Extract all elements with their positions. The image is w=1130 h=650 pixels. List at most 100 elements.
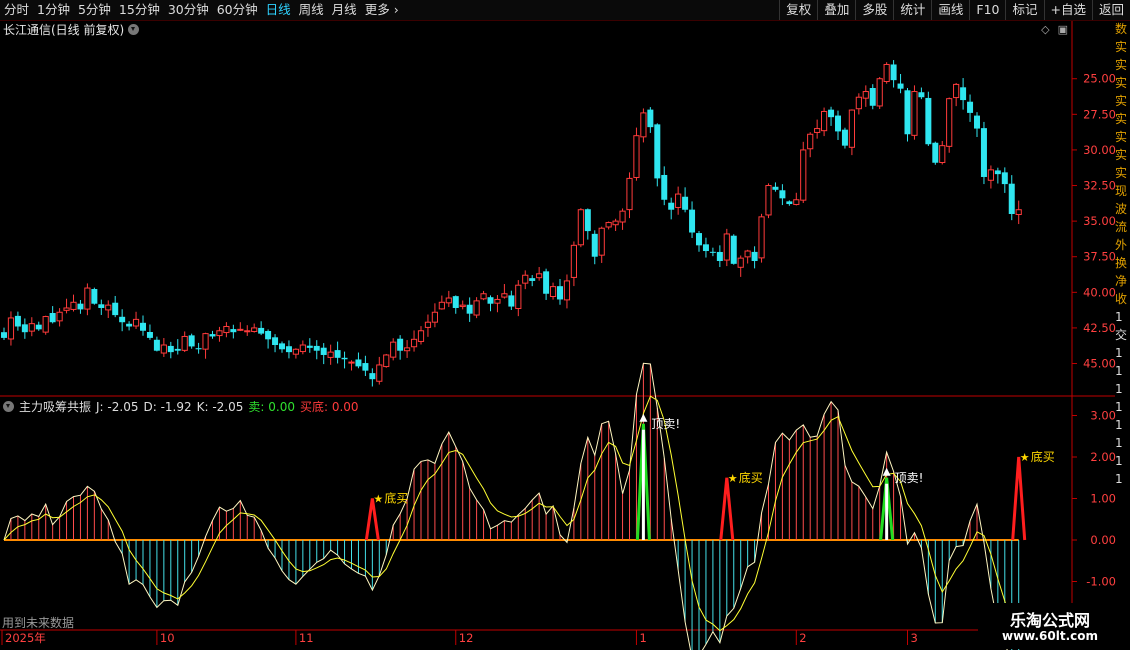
- right-strip-char: 1: [1115, 400, 1123, 414]
- candle-body: [515, 284, 522, 309]
- candle-body: [974, 115, 980, 129]
- candle-body: [146, 332, 153, 338]
- candle-body: [188, 335, 195, 347]
- candle-body: [869, 88, 876, 106]
- candle-body: [890, 64, 897, 81]
- candle-body: [49, 313, 56, 323]
- right-strip-char: 1: [1115, 364, 1123, 378]
- right-strip-char: 净: [1115, 274, 1128, 288]
- candle-body: [709, 251, 716, 253]
- candle-body: [835, 115, 841, 132]
- candle-body: [807, 133, 814, 150]
- candle-body: [723, 233, 730, 261]
- candle-body: [98, 304, 105, 308]
- candle-body: [772, 186, 779, 190]
- candle-body: [1001, 172, 1008, 185]
- right-strip-char: 实: [1115, 148, 1128, 162]
- candle-body: [390, 341, 397, 358]
- candle-body: [279, 343, 285, 350]
- right-strip-char: 实: [1115, 40, 1128, 54]
- candle-body: [223, 325, 230, 334]
- candle-body: [70, 301, 77, 310]
- right-strip-char: 1: [1115, 454, 1123, 468]
- price-tick-label: 35.00: [1083, 214, 1116, 228]
- right-strip-char: 1: [1115, 346, 1123, 360]
- candle-body: [473, 300, 480, 316]
- candle-body: [883, 63, 890, 83]
- candle-body: [404, 347, 411, 352]
- candle-body: [42, 316, 49, 333]
- candle-body: [383, 354, 390, 368]
- indicator-tick-label: 3.00: [1090, 409, 1116, 423]
- candle-body: [786, 201, 793, 205]
- candle-body: [244, 330, 251, 333]
- time-tick-label: 10: [160, 631, 175, 645]
- candle-body: [7, 317, 15, 340]
- buy-signal-label: 底买: [384, 491, 408, 506]
- candle-body: [445, 297, 452, 304]
- candle-body: [682, 196, 689, 210]
- indicator-tick-label: -1.00: [1086, 575, 1116, 589]
- candle-body: [362, 363, 369, 371]
- candle-body: [612, 220, 619, 226]
- indicator-name: 主力吸筹共振: [19, 400, 92, 414]
- candle-body: [508, 295, 515, 307]
- right-strip-char: 实: [1115, 112, 1128, 126]
- candle-body: [466, 304, 473, 314]
- chevron-down-icon[interactable]: [3, 401, 14, 412]
- indicator-j-value: J: -2.05: [96, 399, 139, 414]
- candle-body: [925, 97, 932, 145]
- candle-body: [132, 318, 140, 327]
- candle-body: [953, 83, 960, 99]
- candle-body: [251, 327, 258, 332]
- price-tick-label: 30.00: [1083, 143, 1116, 157]
- candle-body: [654, 124, 661, 179]
- right-info-strip: 数实实实实实实实实现波流外换净收1交11111111: [1115, 20, 1130, 630]
- candle-body: [1015, 209, 1022, 215]
- right-strip-char: 流: [1115, 220, 1128, 234]
- candle-body: [334, 350, 341, 358]
- candle-body: [28, 323, 35, 332]
- buy-signal-spike: [719, 477, 735, 541]
- right-strip-char: 实: [1115, 166, 1128, 180]
- candle-body: [105, 304, 112, 311]
- chart-canvas[interactable]: 45.0042.5040.0037.5035.0032.5030.0027.50…: [0, 0, 1130, 650]
- candle-body: [341, 357, 348, 360]
- candle-body: [626, 177, 633, 211]
- candle-body: [661, 174, 668, 200]
- price-axis: 45.00 42.50 40.00 37.50 35.00 32.50 30.00 27.50…: [1072, 72, 1116, 371]
- candle-body: [862, 91, 869, 99]
- candle-body: [522, 274, 529, 284]
- candle-body: [557, 286, 563, 300]
- future-data-note: 用到未来数据: [2, 616, 75, 630]
- candle-body: [91, 289, 98, 304]
- candle-body: [814, 128, 821, 133]
- time-tick-label: 12: [459, 631, 474, 645]
- candle-body: [438, 301, 445, 310]
- candle-body: [904, 90, 911, 135]
- candle-body: [577, 209, 584, 246]
- candle-body: [181, 335, 188, 351]
- right-strip-char: 1: [1115, 436, 1123, 450]
- candle-body: [480, 293, 487, 300]
- indicator-title-bar: 主力吸筹共振 J: -2.05 D: -1.92 K: -2.05 卖: 0.0…: [3, 398, 359, 415]
- indicator-tick-label: 1.00: [1090, 492, 1116, 506]
- candle-body: [848, 109, 855, 148]
- buy-signal-spike: [1011, 456, 1027, 541]
- candle-body: [63, 307, 70, 311]
- candle-body: [21, 324, 28, 333]
- right-strip-char: 实: [1115, 94, 1128, 108]
- candle-body: [647, 109, 654, 128]
- candle-body: [292, 348, 299, 355]
- candlestick-series: [1, 60, 1022, 387]
- candle-body: [431, 311, 438, 323]
- candle-body: [876, 78, 883, 107]
- candle-body: [591, 233, 598, 257]
- candle-body: [549, 286, 557, 298]
- candle-body: [793, 199, 800, 205]
- right-strip-char: 现: [1115, 184, 1128, 198]
- time-tick-label: 1: [639, 631, 646, 645]
- candle-body: [376, 364, 383, 382]
- candle-body: [237, 328, 244, 331]
- candle-body: [960, 87, 967, 101]
